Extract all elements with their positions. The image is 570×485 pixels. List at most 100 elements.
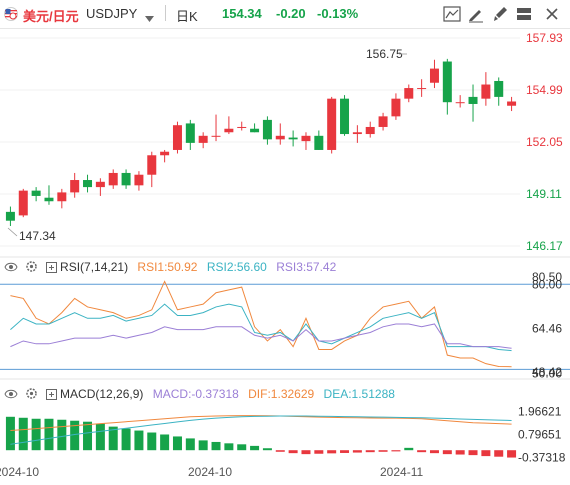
candle (378, 112, 388, 131)
rsi-tick-label: 50.00 (532, 366, 562, 380)
rsi-panel (0, 280, 570, 370)
macd-histogram-bar (314, 450, 324, 454)
candle-body (378, 116, 388, 127)
candle-body (301, 135, 311, 142)
candle (147, 151, 157, 188)
macd-histogram-bar (198, 440, 208, 451)
macd-histogram-bar (134, 430, 144, 451)
macd-histogram-bar (365, 450, 375, 453)
grid-lines (0, 37, 520, 247)
macd-histogram-bar (185, 438, 195, 451)
close-icon[interactable] (542, 5, 562, 23)
macd-histogram-bar (429, 450, 439, 454)
candle-body (507, 101, 517, 106)
time-tick-label: 2024-10 (188, 465, 232, 479)
rsi-params: RSI(7,14,21) (60, 260, 129, 274)
indicator-menu-icon[interactable] (45, 389, 57, 403)
rsi-header: RSI(7,14,21) RSI1:50.92 RSI2:56.60 RSI3:… (4, 260, 336, 276)
candle (352, 125, 362, 143)
candle (185, 119, 195, 150)
macd-histogram-bar (404, 447, 414, 451)
price-tick-label: 152.05 (526, 135, 563, 149)
candle (250, 123, 260, 133)
macd-panel (5, 415, 517, 458)
candle-body (391, 98, 401, 117)
candle (83, 174, 93, 193)
candle (301, 132, 311, 150)
low-annotation-leader (7, 227, 18, 237)
macd-histogram-bar (147, 432, 157, 451)
candle-body (108, 172, 118, 186)
dif-value: DIF:1.32629 (248, 387, 315, 401)
candle (224, 116, 234, 135)
macd-histogram-bar (417, 450, 427, 453)
macd-histogram-bar (18, 417, 28, 451)
price-change: -0.20 (276, 6, 306, 21)
visibility-icon[interactable] (4, 261, 18, 276)
candle (172, 121, 182, 154)
candle (340, 95, 350, 136)
candle (507, 96, 517, 112)
candle-body (365, 126, 375, 135)
candle (31, 187, 41, 202)
rsi-line-rsi1 (10, 280, 512, 368)
candle-body (57, 192, 67, 202)
candle (211, 114, 221, 142)
candle (5, 206, 15, 227)
macd-histogram-bar (211, 441, 221, 451)
candle-body (494, 80, 504, 97)
candle-body (70, 180, 80, 193)
macd-histogram-bar (83, 421, 93, 451)
indicator-menu-icon[interactable] (45, 262, 57, 276)
macd-histogram-bar (288, 450, 298, 454)
settings-icon[interactable] (25, 387, 38, 403)
macd-histogram-bar (327, 450, 337, 454)
macd-histogram-bar (340, 450, 350, 453)
macd-histogram-bar (262, 448, 272, 451)
candle-body (160, 151, 170, 156)
candle-body (31, 190, 41, 196)
candle (160, 149, 170, 163)
rsi3-value: RSI3:57.42 (276, 260, 337, 274)
macd-histogram-bar (442, 450, 452, 455)
high-annotation: 156.75 (366, 47, 403, 61)
candle-body (95, 181, 105, 188)
indicator-tool-icon[interactable] (442, 5, 462, 23)
pair-name: 美元/日元 (23, 9, 79, 24)
dea-value: DEA:1.51288 (323, 387, 395, 401)
macd-tick-label: 1.96621 (518, 405, 562, 419)
price-change-pct: -0.13% (317, 6, 359, 21)
brush-tool-icon[interactable] (490, 5, 510, 23)
candle-body (262, 119, 272, 140)
macd-histogram-bar (301, 450, 311, 455)
candle-body (185, 123, 195, 143)
timeframe-selector[interactable]: 日K (176, 6, 198, 25)
candle-body (327, 98, 337, 150)
macd-histogram-bar (275, 450, 285, 452)
candle-body (352, 132, 362, 135)
rsi-tick-label: 64.46 (532, 321, 562, 335)
candle-body (44, 197, 54, 202)
candle (95, 178, 105, 196)
draw-tool-icon[interactable] (466, 5, 486, 23)
symbol-selector[interactable]: USDJPY (86, 6, 137, 21)
candle (442, 58, 452, 115)
candle-body (18, 190, 28, 216)
candle-body (314, 135, 324, 150)
macd-histogram-bar (468, 450, 478, 456)
candle (365, 121, 375, 138)
settings-icon[interactable] (25, 260, 38, 276)
time-axis: 2024-10 2024-10 2024-11 (0, 465, 423, 479)
symbol-dropdown-icon[interactable] (145, 10, 154, 25)
candle (429, 59, 439, 89)
price-axis: 157.93 154.99 152.05 149.11 146.17 (526, 31, 563, 253)
candle (275, 123, 285, 145)
candle-body (429, 68, 439, 83)
candle (391, 93, 401, 120)
layout-tool-icon[interactable] (514, 5, 534, 23)
candle (404, 84, 414, 103)
candle-body (340, 98, 350, 135)
candle-body (275, 135, 285, 140)
visibility-icon[interactable] (4, 388, 18, 403)
candle-body (404, 88, 414, 99)
